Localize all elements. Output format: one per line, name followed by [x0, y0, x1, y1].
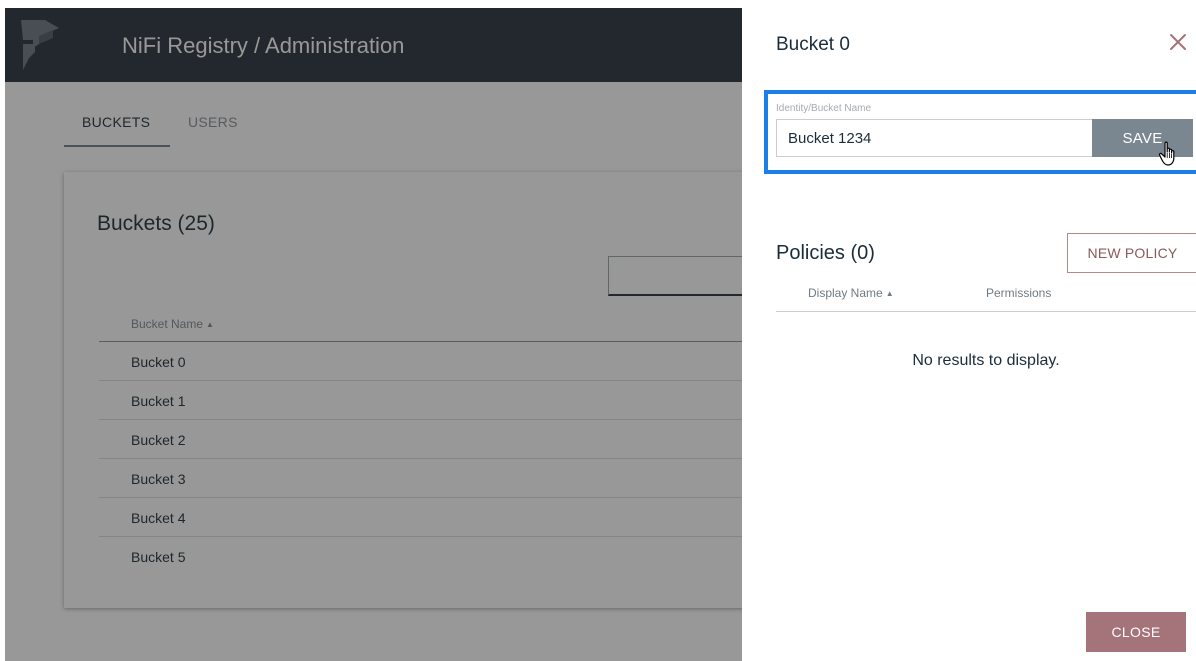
registry-app-background: NiFi Registry / Administration BUCKETS U… [5, 8, 742, 661]
hand-pointer-icon [1158, 141, 1175, 166]
bucket-name-column-header[interactable]: Bucket Name ▲ [131, 317, 214, 331]
top-bar: NiFi Registry / Administration [5, 8, 742, 82]
nifi-registry-logo-icon [21, 20, 59, 70]
display-name-column-label: Display Name [808, 286, 883, 300]
bucket-name-input[interactable] [776, 119, 1092, 157]
bucket-name-cell: Bucket 4 [131, 510, 186, 526]
bucket-name-cell: Bucket 5 [131, 549, 186, 565]
table-row[interactable]: Bucket 0 [99, 342, 742, 381]
bucket-name-column-label: Bucket Name [131, 317, 204, 331]
tab-buckets[interactable]: BUCKETS [82, 114, 150, 130]
policies-title: Policies (0) [776, 242, 875, 264]
bucket-name-cell: Bucket 3 [131, 471, 186, 487]
new-policy-button[interactable]: NEW POLICY [1067, 233, 1196, 273]
empty-state-text: No results to display. [912, 352, 1060, 369]
active-tab-indicator [64, 145, 170, 147]
policies-header-divider [776, 311, 1196, 312]
buckets-card: Buckets (25) Bucket Name ▲ Bucket 0 Bucke… [64, 172, 742, 608]
bucket-name-cell: Bucket 1 [131, 393, 186, 409]
table-row[interactable]: Bucket 1 [99, 381, 742, 420]
buckets-title: Buckets (25) [97, 212, 215, 235]
app-title: NiFi Registry / Administration [122, 33, 405, 58]
close-icon[interactable] [1166, 30, 1190, 54]
table-row[interactable]: Bucket 3 [99, 459, 742, 498]
sort-ascending-icon: ▲ [206, 320, 214, 329]
tab-users[interactable]: USERS [188, 114, 238, 130]
buckets-table: Bucket 0 Bucket 1 Bucket 2 Bucket 3 Buck… [99, 342, 742, 576]
table-row[interactable]: Bucket 2 [99, 420, 742, 459]
permissions-column-header: Permissions [986, 286, 1052, 300]
close-button[interactable]: CLOSE [1086, 612, 1186, 652]
table-row[interactable]: Bucket 4 [99, 498, 742, 537]
panel-title: Bucket 0 [776, 34, 850, 55]
table-row[interactable]: Bucket 5 [99, 537, 742, 576]
bucket-details-panel: Bucket 0 Identity/Bucket Name SAVE Polic… [742, 0, 1196, 661]
bucket-name-cell: Bucket 2 [131, 432, 186, 448]
bucket-name-field-label: Identity/Bucket Name [776, 103, 872, 114]
sort-ascending-icon: ▲ [885, 289, 894, 298]
bucket-filter-input[interactable] [608, 256, 742, 296]
display-name-column-header[interactable]: Display Name ▲ [808, 286, 894, 300]
bucket-name-cell: Bucket 0 [131, 354, 186, 370]
